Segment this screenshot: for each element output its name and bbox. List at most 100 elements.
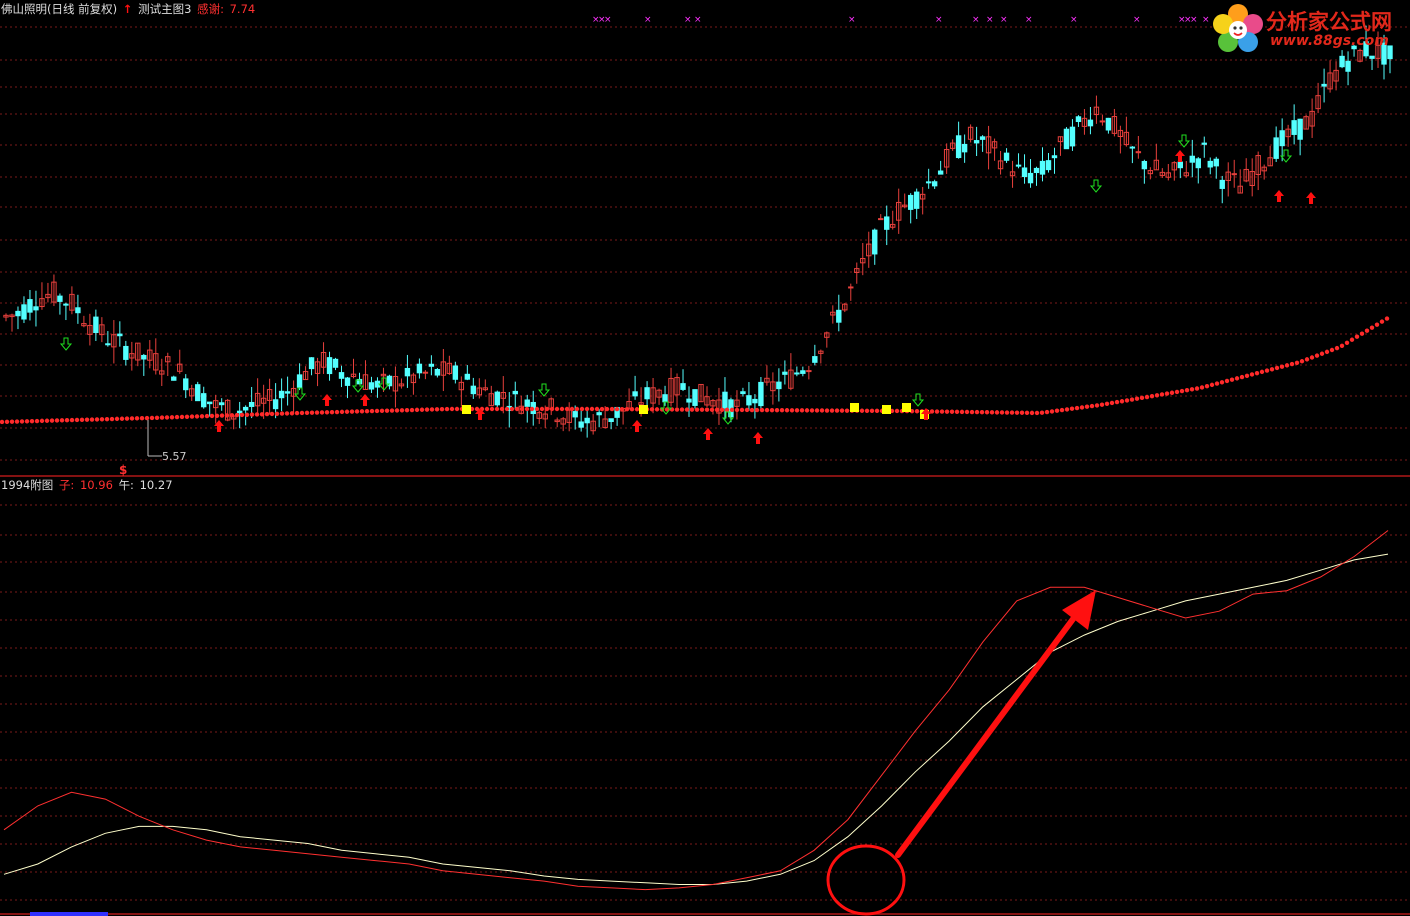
ma-dot [1054, 408, 1060, 413]
wu-value: 10.27 [139, 478, 173, 492]
cross-marker-icon: × [1133, 15, 1141, 25]
ma-dot [254, 412, 260, 417]
ma-dot [929, 409, 935, 414]
ma-dot [1244, 373, 1250, 378]
candle-body [272, 399, 279, 410]
ma-dot [1149, 393, 1155, 399]
ma-dot [569, 406, 575, 412]
candle-body [93, 316, 99, 334]
ma-dot [719, 407, 725, 413]
ma-dot [69, 417, 75, 423]
ma-dot [729, 407, 735, 413]
ma-dot [574, 406, 580, 412]
candle-body [1177, 161, 1184, 169]
ma-dot [994, 410, 1000, 415]
ma-dot [39, 418, 45, 424]
ma-dot [119, 416, 125, 421]
up-arrow-icon [1306, 192, 1316, 204]
candle-body [326, 357, 333, 375]
ma-dot [839, 408, 845, 413]
candle-body [404, 367, 411, 377]
zi-line [3, 530, 1389, 891]
candle-body [662, 394, 668, 403]
candle-body [218, 402, 225, 406]
candle-body [572, 411, 578, 418]
ma-dot [939, 409, 945, 414]
ma-dot [224, 413, 230, 418]
ma-dot [244, 412, 250, 417]
ma-dot [764, 407, 770, 413]
candle-body [1213, 158, 1219, 167]
candle-body [746, 395, 752, 406]
ma-dot [89, 417, 95, 422]
candle-body [338, 372, 345, 379]
logo-url: www.88gs.com [1270, 33, 1389, 49]
ma-dot [769, 407, 775, 413]
ma-dot [164, 415, 170, 420]
candle-body [686, 398, 692, 403]
ma-dot [784, 408, 790, 413]
ma-dot [809, 408, 815, 413]
candle-body [1099, 120, 1106, 123]
flower-logo-icon [1213, 4, 1263, 52]
ma-dot [794, 408, 800, 413]
site-logo[interactable]: 分析家公式网 www.88gs.com [1208, 0, 1408, 60]
ma-dot [564, 406, 570, 412]
candle-body [524, 399, 530, 407]
candle-body [207, 401, 213, 405]
ma-dot [554, 406, 560, 412]
candle-body [955, 135, 962, 159]
candle-body [937, 170, 944, 175]
ma-dot [59, 418, 65, 423]
ma-dot [1214, 381, 1220, 386]
candle-body [117, 333, 123, 337]
candle-body [758, 381, 764, 407]
ma-dot [694, 407, 700, 412]
ma-dot [494, 406, 500, 412]
candlestick-series[interactable] [3, 25, 1393, 438]
ma-dot [454, 406, 460, 412]
ma-dot [139, 416, 145, 421]
ma-dot [14, 419, 20, 424]
scroll-indicator[interactable] [30, 912, 108, 916]
ma-dot [1284, 363, 1290, 368]
candle-body [248, 401, 255, 407]
ma-dot [754, 407, 760, 413]
ma-dot [819, 408, 825, 413]
candle-body [1051, 155, 1058, 159]
ma-dot [1154, 393, 1160, 398]
ma-dot [354, 409, 360, 414]
ma-dot [79, 417, 85, 423]
main-chart-header: 佛山照明(日线 前复权) ↑ 测试主图3 感谢: 7.74 [1, 2, 257, 16]
ma-dot [1129, 397, 1135, 402]
signal-arrows [59, 134, 1316, 444]
ma-dot [1359, 331, 1365, 336]
ma-dot [1179, 388, 1185, 394]
candle-body [15, 310, 21, 317]
ma-dot [259, 412, 265, 417]
candle-body [284, 391, 291, 394]
ma-dot [619, 406, 625, 412]
ma-dot [799, 408, 805, 413]
ma-dot [649, 407, 655, 412]
ma-dot [149, 415, 155, 421]
ma-dot [234, 412, 240, 418]
candle-body [913, 191, 920, 209]
ma-dot [1369, 325, 1375, 330]
ma-dot [99, 417, 105, 422]
candle-body [27, 299, 33, 313]
candle-body [584, 417, 590, 424]
candle-body [434, 369, 441, 376]
chart-canvas[interactable]: ××× × × × × × × × × × × × ××× × 5.57 $ [0, 0, 1410, 916]
ma-dot [1139, 395, 1145, 401]
candle-body [1069, 126, 1076, 147]
ma-dot [1224, 378, 1230, 384]
ma-dot [1084, 404, 1090, 409]
zi-label: 子: [58, 478, 75, 492]
ma-dot [1334, 345, 1340, 351]
ma-dot [334, 409, 340, 415]
ma-dot [684, 407, 690, 412]
sub-chart-header: 1994附图 子: 10.96 午: 10.27 [1, 478, 175, 492]
ma-dot [1079, 405, 1085, 410]
ma-dot [954, 409, 960, 415]
